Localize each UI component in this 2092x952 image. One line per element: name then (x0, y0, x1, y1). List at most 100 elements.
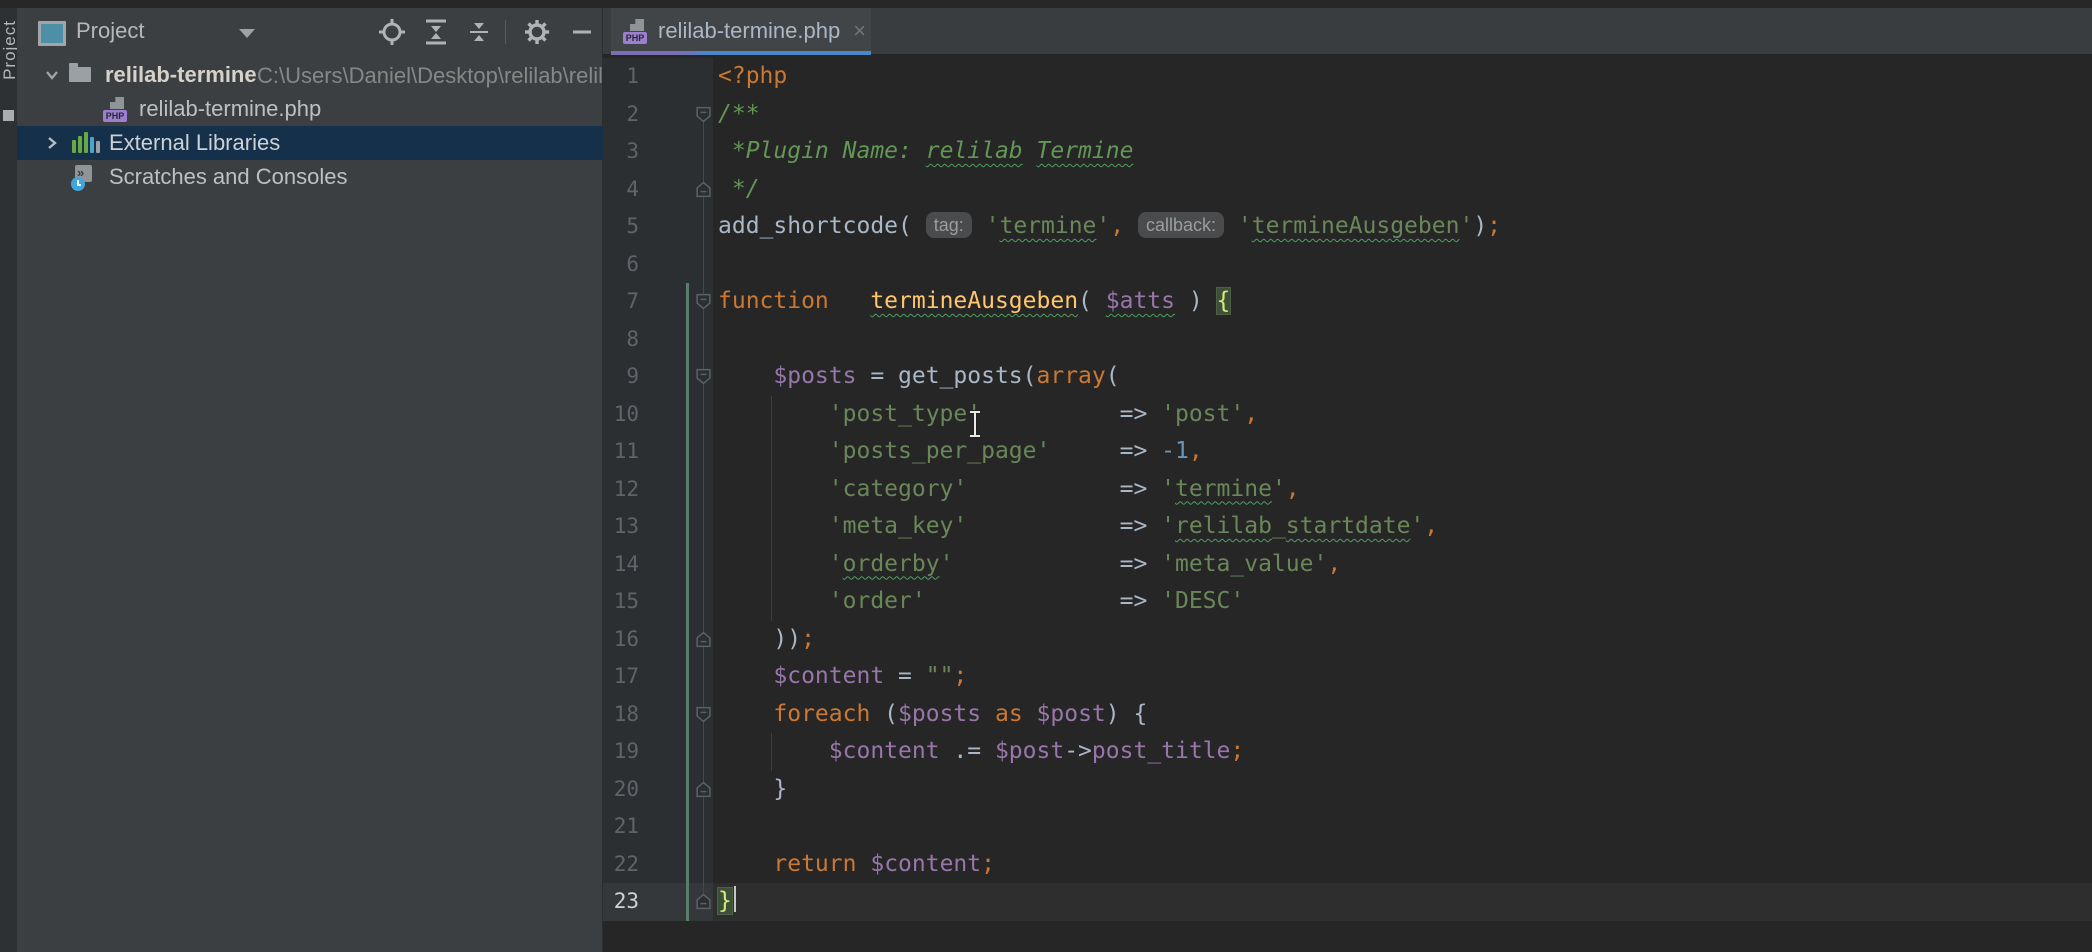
gutter-cell[interactable]: 14 (603, 546, 713, 584)
chevron-down-icon[interactable] (239, 29, 255, 38)
tree-item-scratches[interactable]: » Scratches and Consoles (17, 160, 603, 194)
fold-end-icon[interactable] (695, 781, 712, 798)
code-line[interactable]: 11 'posts_per_page' => -1, (603, 433, 2092, 471)
gutter-cell[interactable]: 22 (603, 846, 713, 884)
code-text (713, 808, 718, 846)
fold-end-icon[interactable] (695, 893, 712, 910)
code-line[interactable]: 17 $content = ""; (603, 658, 2092, 696)
line-number: 3 (603, 133, 639, 171)
line-number: 23 (603, 883, 639, 921)
code-text: 'post_type' => 'post', (713, 396, 1258, 434)
vcs-added-marker (686, 546, 689, 584)
code-line[interactable]: 21 (603, 808, 2092, 846)
gutter-cell[interactable]: 19 (603, 733, 713, 771)
gutter-cell[interactable]: 11 (603, 433, 713, 471)
line-number: 9 (603, 358, 639, 396)
indent-guide (771, 583, 772, 621)
fold-start-icon[interactable] (695, 706, 712, 723)
line-number: 21 (603, 808, 639, 846)
code-line[interactable]: 1<?php (603, 58, 2092, 96)
fold-start-icon[interactable] (695, 293, 712, 310)
collapse-all-icon[interactable] (464, 17, 494, 47)
code-area: 1<?php2/**3 *Plugin Name: relilab Termin… (603, 58, 2092, 921)
code-text: 'meta_key' => 'relilab_startdate', (713, 508, 1438, 546)
vcs-added-marker (686, 321, 689, 359)
vcs-added-marker (686, 433, 689, 471)
fold-end-icon[interactable] (695, 631, 712, 648)
tree-item-label: Scratches and Consoles (109, 164, 347, 190)
code-line[interactable]: 16 )); (603, 621, 2092, 659)
line-number: 6 (603, 246, 639, 284)
code-text (713, 246, 718, 284)
fold-end-icon[interactable] (695, 181, 712, 198)
gutter-cell[interactable]: 2 (603, 96, 713, 134)
code-line[interactable]: 6 (603, 246, 2092, 284)
chevron-down-icon[interactable] (43, 66, 61, 84)
code-line[interactable]: 22 return $content; (603, 846, 2092, 884)
tree-item-external-libraries[interactable]: External Libraries (17, 126, 603, 160)
code-line[interactable]: 19 $content .= $post->post_title; (603, 733, 2092, 771)
code-line[interactable]: 18 foreach ($posts as $post) { (603, 696, 2092, 734)
code-editor[interactable]: 1<?php2/**3 *Plugin Name: relilab Termin… (603, 55, 2092, 952)
mouse-ibeam-cursor (965, 408, 985, 440)
fold-start-icon[interactable] (695, 106, 712, 123)
line-number: 17 (603, 658, 639, 696)
code-text: 'orderby' => 'meta_value', (713, 546, 1341, 584)
fold-start-icon[interactable] (695, 368, 712, 385)
code-line[interactable]: 14 'orderby' => 'meta_value', (603, 546, 2092, 584)
project-stripe-button[interactable]: Project (0, 20, 17, 80)
gutter-cell[interactable]: 6 (603, 246, 713, 284)
gutter-cell[interactable]: 18 (603, 696, 713, 734)
gutter-cell[interactable]: 7 (603, 283, 713, 321)
settings-gear-icon[interactable] (522, 17, 552, 47)
chevron-right-icon[interactable] (43, 134, 61, 152)
code-line[interactable]: 10 'post_type' => 'post', (603, 396, 2092, 434)
gutter-cell[interactable]: 17 (603, 658, 713, 696)
gutter-cell[interactable]: 20 (603, 771, 713, 809)
gutter-cell[interactable]: 13 (603, 508, 713, 546)
expand-all-icon[interactable] (421, 17, 451, 47)
gutter-cell[interactable]: 3 (603, 133, 713, 171)
hide-panel-icon[interactable] (567, 17, 597, 47)
code-line[interactable]: 20 } (603, 771, 2092, 809)
close-icon[interactable]: × (853, 18, 866, 44)
gutter-cell[interactable]: 9 (603, 358, 713, 396)
code-text: 'posts_per_page' => -1, (713, 433, 1203, 471)
code-line[interactable]: 9 $posts = get_posts(array( (603, 358, 2092, 396)
code-line[interactable]: 13 'meta_key' => 'relilab_startdate', (603, 508, 2092, 546)
gutter-cell[interactable]: 4 (603, 171, 713, 209)
stripe-square-icon (3, 110, 14, 121)
code-line[interactable]: 15 'order' => 'DESC' (603, 583, 2092, 621)
gutter-cell[interactable]: 12 (603, 471, 713, 509)
code-line[interactable]: 12 'category' => 'termine', (603, 471, 2092, 509)
gutter-cell[interactable]: 16 (603, 621, 713, 659)
tree-item-php-file[interactable]: PHP relilab-termine.php (17, 92, 603, 126)
code-text: return $content; (713, 846, 995, 884)
gutter-cell[interactable]: 5 (603, 208, 713, 246)
code-line[interactable]: 8 (603, 321, 2092, 359)
parameter-hint: callback: (1138, 212, 1224, 238)
gutter-cell[interactable]: 10 (603, 396, 713, 434)
gutter-cell[interactable]: 8 (603, 321, 713, 359)
code-line[interactable]: 23} (603, 883, 2092, 921)
vcs-added-marker (686, 771, 689, 809)
code-line[interactable]: 5add_shortcode( tag: 'termine', callback… (603, 208, 2092, 246)
code-line[interactable]: 4 */ (603, 171, 2092, 209)
gutter-cell[interactable]: 1 (603, 58, 713, 96)
gutter-cell[interactable]: 21 (603, 808, 713, 846)
indent-guide (771, 396, 772, 434)
parameter-hint: tag: (926, 212, 972, 238)
code-line[interactable]: 7function termineAusgeben( $atts ) { (603, 283, 2092, 321)
gutter-cell[interactable]: 15 (603, 583, 713, 621)
project-panel-title[interactable]: Project (76, 18, 144, 44)
locate-target-icon[interactable] (377, 17, 407, 47)
tab-relilab-termine-php[interactable]: PHP relilab-termine.php × (611, 8, 871, 54)
code-text: */ (713, 171, 760, 209)
tree-item-project-root[interactable]: relilab-termine C:\Users\Daniel\Desktop\… (17, 58, 603, 92)
code-line[interactable]: 3 *Plugin Name: relilab Termine (603, 133, 2092, 171)
line-number: 13 (603, 508, 639, 546)
line-number: 7 (603, 283, 639, 321)
code-text: /** (713, 96, 760, 134)
code-line[interactable]: 2/** (603, 96, 2092, 134)
gutter-cell[interactable]: 23 (603, 883, 713, 921)
